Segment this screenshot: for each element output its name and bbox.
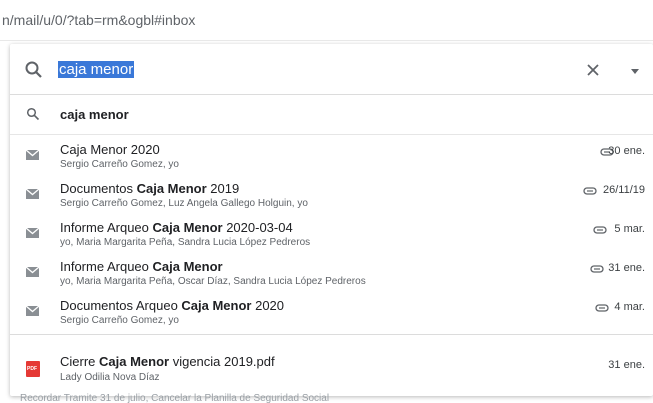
envelope-icon — [26, 266, 39, 277]
envelope-icon — [26, 188, 39, 199]
email-date: 4 mar. — [614, 301, 645, 313]
attachment-icon — [593, 226, 607, 234]
search-input-selected-text: caja menor — [58, 61, 135, 78]
search-options-caret-icon[interactable] — [631, 69, 639, 74]
address-bar[interactable]: n/mail/u/0/?tab=rm&ogbl#inbox — [0, 0, 653, 41]
email-participants: Sergio Carreño Gomez, Luz Angela Gallego… — [60, 198, 308, 209]
attachment-icon — [595, 304, 609, 312]
email-date: 26/11/19 — [602, 184, 645, 196]
email-date: 5 mar. — [614, 223, 645, 235]
file-owner: Lady Odilia Nova Díaz — [60, 372, 160, 383]
envelope-icon — [26, 305, 39, 316]
file-name: Cierre Caja Menor vigencia 2019.pdf — [60, 354, 275, 369]
url-text[interactable]: n/mail/u/0/?tab=rm&ogbl#inbox — [2, 12, 195, 28]
email-participants: Sergio Carreño Gomez, yo — [60, 159, 179, 170]
attachment-icon — [590, 265, 604, 273]
email-results-list: Caja Menor 2020 Sergio Carreño Gomez, yo… — [10, 136, 653, 331]
email-subject: Informe Arqueo Caja Menor — [60, 259, 223, 274]
email-subject: Documentos Arqueo Caja Menor 2020 — [60, 298, 285, 313]
search-icon — [26, 107, 40, 121]
search-icon[interactable] — [24, 60, 44, 80]
email-subject: Documentos Caja Menor 2019 — [60, 181, 240, 196]
email-date: 30 ene. — [608, 145, 645, 157]
pdf-file-icon: PDF — [26, 361, 40, 377]
search-bar[interactable]: caja menor — [10, 44, 653, 95]
file-date: 31 ene. — [608, 359, 645, 371]
email-participants: yo, Maria Margarita Peña, Sandra Lucia L… — [60, 237, 311, 248]
email-subject: Informe Arqueo Caja Menor 2020-03-04 — [60, 220, 293, 235]
search-suggestion[interactable]: caja menor — [10, 94, 653, 135]
email-subject: Caja Menor 2020 — [60, 142, 160, 157]
email-participants: yo, Maria Margarita Peña, Oscar Díaz, Sa… — [60, 276, 366, 287]
drive-file-result[interactable]: PDF Cierre Caja Menor vigencia 2019.pdf … — [10, 348, 653, 388]
email-result[interactable]: Informe Arqueo Caja Menor yo, Maria Marg… — [10, 253, 653, 292]
email-participants: Sergio Carreño Gomez, yo — [60, 315, 179, 326]
search-input[interactable]: caja menor — [58, 61, 135, 78]
suggestion-text: caja menor — [60, 107, 129, 122]
envelope-icon — [26, 149, 39, 160]
background-inbox-row: Recordar Tramite 31 de julio, Cancelar l… — [20, 393, 330, 403]
search-dropdown: caja menor caja menor Caja Menor 2020 Se… — [10, 44, 653, 396]
email-result[interactable]: Informe Arqueo Caja Menor 2020-03-04 yo,… — [10, 214, 653, 253]
envelope-icon — [26, 227, 39, 238]
attachment-icon — [583, 187, 597, 195]
email-result[interactable]: Caja Menor 2020 Sergio Carreño Gomez, yo… — [10, 136, 653, 175]
email-result[interactable]: Documentos Arqueo Caja Menor 2020 Sergio… — [10, 292, 653, 331]
section-divider — [10, 334, 653, 335]
email-date: 31 ene. — [608, 262, 645, 274]
email-result[interactable]: Documentos Caja Menor 2019 Sergio Carreñ… — [10, 175, 653, 214]
clear-search-icon[interactable] — [585, 62, 601, 78]
